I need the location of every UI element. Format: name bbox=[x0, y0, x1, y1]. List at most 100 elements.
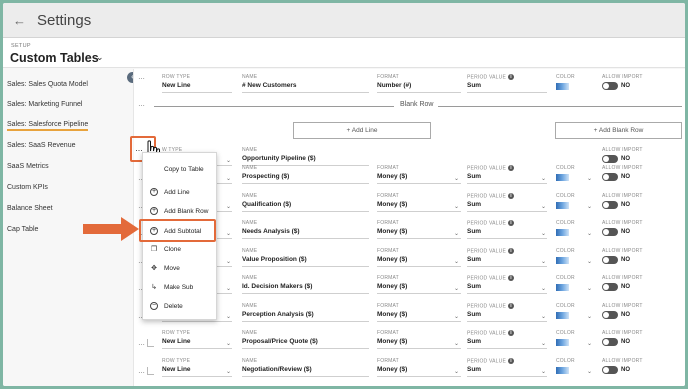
sidebar-item-sales-quota-model[interactable]: Sales: Sales Quota Model bbox=[7, 81, 88, 88]
period-value-select[interactable]: Sum bbox=[467, 173, 481, 180]
name-field[interactable]: Id. Decision Makers ($) bbox=[242, 283, 312, 290]
caret-down-icon[interactable]: ⌄ bbox=[454, 258, 459, 265]
format-select[interactable]: Money ($) bbox=[377, 173, 407, 180]
format-select[interactable]: Money ($) bbox=[377, 201, 407, 208]
allow-import-toggle[interactable] bbox=[602, 200, 618, 209]
format-select[interactable]: Money ($) bbox=[377, 228, 407, 235]
add-line-button[interactable]: + Add Line bbox=[293, 122, 431, 139]
allow-import-toggle[interactable] bbox=[602, 283, 618, 291]
name-field[interactable]: Opportunity Pipeline ($) bbox=[242, 155, 316, 162]
caret-down-icon[interactable]: ⌄ bbox=[587, 258, 592, 265]
format-select[interactable]: Number (#) bbox=[377, 82, 411, 89]
color-swatch[interactable] bbox=[556, 83, 569, 90]
caret-down-icon[interactable]: ⌄ bbox=[226, 368, 231, 375]
format-select[interactable]: Money ($) bbox=[377, 338, 407, 345]
row-menu-icon[interactable]: ··· bbox=[138, 74, 145, 83]
color-swatch[interactable] bbox=[556, 174, 569, 181]
sidebar-item-cap-table[interactable]: Cap Table bbox=[7, 226, 38, 233]
chevron-down-icon[interactable]: ⌄ bbox=[96, 52, 104, 63]
row-menu-icon[interactable]: ··· bbox=[138, 368, 145, 377]
name-field[interactable]: Prospecting ($) bbox=[242, 173, 289, 180]
caret-down-icon[interactable]: ⌄ bbox=[454, 175, 459, 182]
color-swatch[interactable] bbox=[556, 256, 569, 264]
row-type-value[interactable]: New Line bbox=[162, 366, 191, 373]
name-field[interactable]: Proposal/Price Quote ($) bbox=[242, 338, 318, 345]
caret-down-icon[interactable]: ⌄ bbox=[454, 313, 459, 320]
name-field[interactable]: # New Customers bbox=[242, 82, 297, 89]
period-value-select[interactable]: Sum bbox=[467, 338, 481, 345]
period-value-select[interactable]: Sum bbox=[467, 228, 481, 235]
name-field[interactable]: Value Proposition ($) bbox=[242, 256, 307, 263]
caret-down-icon[interactable]: ⌄ bbox=[226, 230, 231, 237]
period-value-select[interactable]: Sum bbox=[467, 311, 481, 318]
name-field[interactable]: Negotiation/Review ($) bbox=[242, 366, 312, 373]
color-swatch[interactable] bbox=[556, 284, 569, 291]
period-value-select[interactable]: Sum bbox=[467, 201, 481, 208]
caret-down-icon[interactable]: ⌄ bbox=[541, 340, 546, 347]
name-field[interactable]: Qualification ($) bbox=[242, 201, 291, 208]
sidebar-item-saas-revenue[interactable]: Sales: SaaS Revenue bbox=[7, 142, 76, 149]
name-field[interactable]: Perception Analysis ($) bbox=[242, 311, 314, 318]
row-type-value[interactable]: New Line bbox=[162, 338, 191, 345]
period-value-select[interactable]: Sum bbox=[467, 256, 481, 263]
menu-item-move[interactable]: ✥ Move bbox=[149, 261, 180, 275]
caret-down-icon[interactable]: ⌄ bbox=[454, 203, 459, 210]
color-swatch[interactable] bbox=[556, 229, 569, 236]
period-value-select[interactable]: Sum bbox=[467, 82, 481, 89]
caret-down-icon[interactable]: ⌄ bbox=[226, 203, 231, 210]
sidebar-item-marketing-funnel[interactable]: Sales: Marketing Funnel bbox=[7, 101, 82, 108]
color-swatch[interactable] bbox=[556, 201, 569, 209]
format-select[interactable]: Money ($) bbox=[377, 366, 407, 373]
caret-down-icon[interactable]: ⌄ bbox=[454, 285, 459, 292]
caret-down-icon[interactable]: ⌄ bbox=[541, 368, 546, 375]
caret-down-icon[interactable]: ⌄ bbox=[541, 313, 546, 320]
caret-down-icon[interactable]: ⌄ bbox=[226, 175, 231, 182]
allow-import-toggle[interactable] bbox=[602, 310, 618, 319]
arrow-left-icon[interactable]: ← bbox=[13, 13, 31, 28]
menu-item-add-blank-row[interactable]: + Add Blank Row bbox=[149, 204, 208, 218]
period-value-select[interactable]: Sum bbox=[467, 283, 481, 290]
caret-down-icon[interactable]: ⌄ bbox=[587, 175, 592, 182]
menu-item-delete[interactable]: − Delete bbox=[149, 299, 183, 313]
caret-down-icon[interactable]: ⌄ bbox=[541, 258, 546, 265]
menu-item-add-line[interactable]: + Add Line bbox=[149, 185, 190, 199]
period-value-select[interactable]: Sum bbox=[467, 366, 481, 373]
caret-down-icon[interactable]: ⌄ bbox=[226, 285, 231, 292]
caret-down-icon[interactable]: ⌄ bbox=[226, 313, 231, 320]
caret-down-icon[interactable]: ⌄ bbox=[454, 368, 459, 375]
menu-item-copy-to-table[interactable]: Copy to Table bbox=[149, 162, 204, 176]
add-blank-row-button[interactable]: + Add Blank Row bbox=[555, 122, 682, 139]
sidebar-item-custom-kpis[interactable]: Custom KPIs bbox=[7, 184, 48, 191]
sidebar-item-saas-metrics[interactable]: SaaS Metrics bbox=[7, 163, 49, 170]
name-field[interactable]: Needs Analysis ($) bbox=[242, 228, 300, 235]
caret-down-icon[interactable]: ⌄ bbox=[587, 203, 592, 210]
sidebar-item-salesforce-pipeline[interactable]: Sales: Salesforce Pipeline bbox=[7, 121, 89, 131]
caret-down-icon[interactable]: ⌄ bbox=[587, 313, 592, 320]
row-menu-icon[interactable]: ··· bbox=[138, 101, 145, 110]
format-select[interactable]: Money ($) bbox=[377, 283, 407, 290]
allow-import-toggle[interactable] bbox=[602, 82, 618, 90]
caret-down-icon[interactable]: ⌄ bbox=[454, 230, 459, 237]
menu-item-make-sub[interactable]: ↳ Make Sub bbox=[149, 280, 193, 294]
caret-down-icon[interactable]: ⌄ bbox=[541, 285, 546, 292]
color-swatch[interactable] bbox=[556, 339, 569, 346]
allow-import-toggle[interactable] bbox=[602, 173, 618, 181]
allow-import-toggle[interactable] bbox=[602, 338, 618, 346]
row-type-value[interactable]: New Line bbox=[162, 82, 191, 89]
caret-down-icon[interactable]: ⌄ bbox=[541, 203, 546, 210]
caret-down-icon[interactable]: ⌄ bbox=[226, 340, 231, 347]
caret-down-icon[interactable]: ⌄ bbox=[541, 230, 546, 237]
caret-down-icon[interactable]: ⌄ bbox=[226, 258, 231, 265]
caret-down-icon[interactable]: ⌄ bbox=[454, 340, 459, 347]
allow-import-toggle[interactable] bbox=[602, 228, 618, 236]
caret-down-icon[interactable]: ⌄ bbox=[587, 368, 592, 375]
caret-down-icon[interactable]: ⌄ bbox=[587, 285, 592, 292]
caret-down-icon[interactable]: ⌄ bbox=[587, 340, 592, 347]
color-swatch[interactable] bbox=[556, 366, 569, 374]
format-select[interactable]: Money ($) bbox=[377, 256, 407, 263]
color-swatch[interactable] bbox=[556, 311, 569, 319]
format-select[interactable]: Money ($) bbox=[377, 311, 407, 318]
menu-item-clone[interactable]: ❐ Clone bbox=[149, 242, 181, 256]
allow-import-toggle[interactable] bbox=[602, 255, 618, 264]
allow-import-toggle[interactable] bbox=[602, 365, 618, 374]
